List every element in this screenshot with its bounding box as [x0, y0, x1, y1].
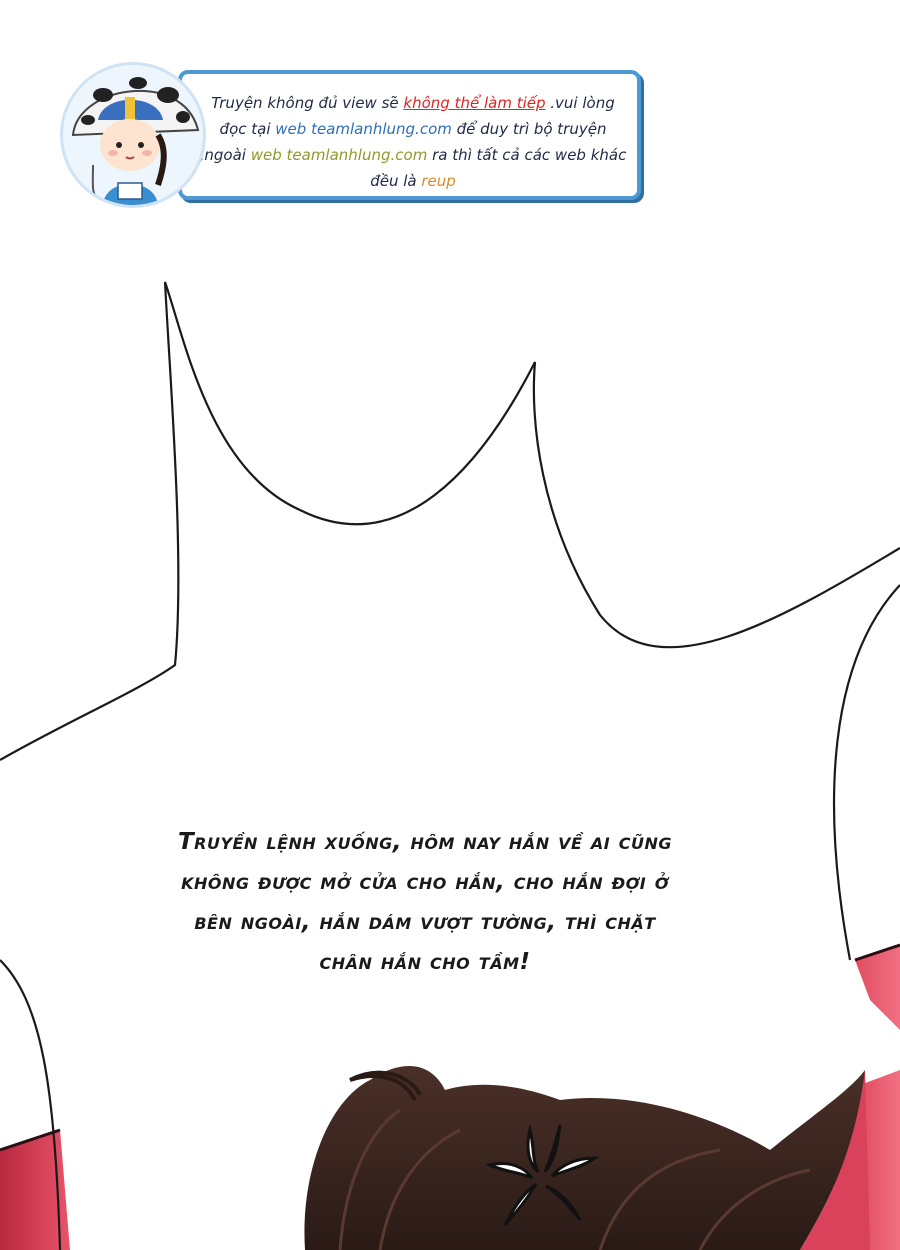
notice-text-part: Truyện không đủ view sẽ [211, 94, 404, 112]
notice-text: Truyện không đủ view sẽ không thể làm ti… [198, 90, 628, 194]
mascot-avatar [60, 62, 206, 208]
speech-bubble-outline [0, 281, 900, 761]
dialog-line: không được mở cửa cho hắn, cho hắn đợi ở [181, 869, 669, 895]
dialog-line: Truyền lệnh xuống, hôm nay hắn về ai cũn… [177, 829, 673, 855]
notice-banner: Truyện không đủ view sẽ không thể làm ti… [60, 62, 645, 208]
notice-box: Truyện không đủ view sẽ không thể làm ti… [178, 70, 641, 200]
speech-bubble-text: Truyền lệnh xuống, hôm nay hắn về ai cũn… [110, 822, 740, 982]
dialog-line: chân hắn cho tầm! [319, 949, 531, 975]
notice-warning-link[interactable]: không thể làm tiếp [403, 94, 545, 112]
dialog-line: bên ngoài, hắn dám vượt tường, thì chặt [194, 909, 656, 935]
website-link[interactable]: web teamlanhlung.com [275, 120, 452, 138]
comic-page: Truyện không đủ view sẽ không thể làm ti… [0, 0, 900, 1250]
website-link-2[interactable]: web teamlanhlung.com [251, 146, 428, 164]
chibi-mascot-icon [71, 77, 200, 205]
reup-label: reup [421, 172, 456, 190]
